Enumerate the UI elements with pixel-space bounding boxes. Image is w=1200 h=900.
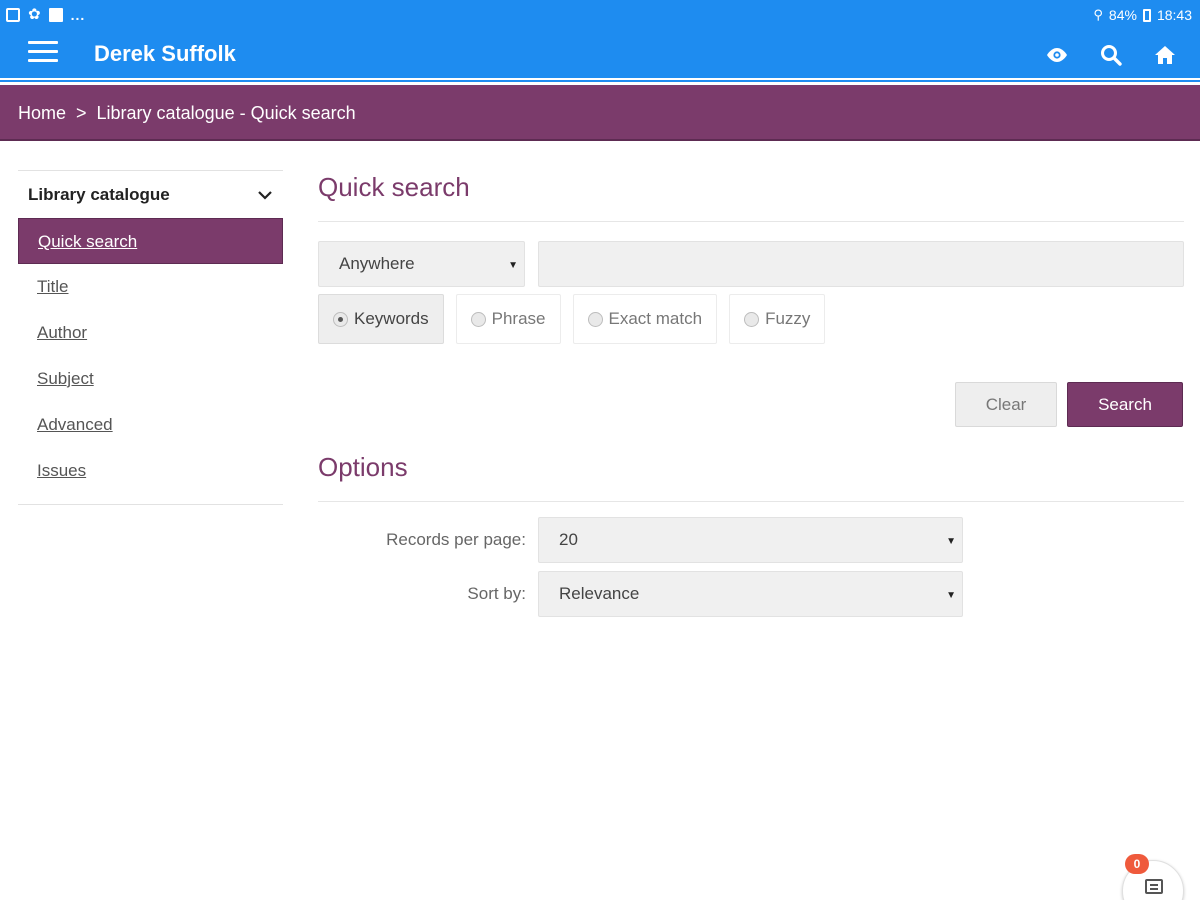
app-bar: Derek Suffolk [0,30,1200,76]
search-row: Anywhere ▼ [318,241,1184,287]
hamburger-icon [28,41,58,44]
caret-down-icon: ▼ [946,536,956,547]
sidebar-heading-label: Library catalogue [28,184,170,204]
sidebar: Library catalogue Quick search Title Aut… [18,170,283,505]
search-input[interactable] [538,241,1184,287]
sidebar-item-advanced[interactable]: Advanced [18,402,283,448]
app-title: Derek Suffolk [94,41,236,66]
sidebar-item-quick-search[interactable]: Quick search [18,218,283,264]
sidebar-item-title[interactable]: Title [18,264,283,310]
chat-icon [1145,879,1163,894]
breadcrumb-bar: Home > Library catalogue - Quick search [0,85,1200,141]
radio-label: Keywords [354,309,429,328]
battery-level: 84% [1108,7,1137,23]
notification-badge: 0 [1125,854,1149,874]
sort-by-value: Relevance [559,584,640,603]
search-button[interactable] [1098,42,1124,68]
search-field-select[interactable]: Anywhere ▼ [318,241,525,287]
sidebar-item-author[interactable]: Author [18,310,283,356]
radio-icon [587,311,603,327]
search-button[interactable]: Search [1067,382,1183,427]
status-bar: ✿ ... ⚲ 84% 18:43 [0,0,1200,30]
app-icon: ✿ [28,6,41,23]
eye-button[interactable] [1044,42,1070,68]
clear-button[interactable]: Clear [955,382,1057,427]
home-icon [1155,46,1175,64]
notification-icon [6,8,20,22]
more-notifications: ... [70,7,86,23]
breadcrumb-home[interactable]: Home [18,103,66,124]
appbar-divider [0,76,1200,85]
eye-icon [1047,48,1067,62]
sidebar-heading[interactable]: Library catalogue [18,171,283,218]
caret-down-icon: ▼ [508,260,518,271]
search-icon [1101,45,1122,66]
breadcrumb: Home > Library catalogue - Quick search [18,103,356,124]
flipboard-icon [48,8,63,22]
radio-phrase[interactable]: Phrase [455,294,561,344]
home-button[interactable] [1152,42,1178,68]
menu-button[interactable] [28,41,58,65]
radio-fuzzy[interactable]: Fuzzy [729,294,826,344]
radio-label: Phrase [491,309,546,328]
battery-icon [1142,8,1151,22]
breadcrumb-separator: > [76,103,87,123]
radio-exact-match[interactable]: Exact match [572,294,718,344]
chevron-down-icon [258,190,272,200]
clock: 18:43 [1156,7,1192,23]
radio-label: Exact match [608,309,703,328]
sort-by-select[interactable]: Relevance ▼ [538,571,963,617]
search-field-value: Anywhere [339,254,415,273]
records-per-page-select[interactable]: 20 ▼ [538,517,963,563]
main-content: Quick search Anywhere ▼ Keywords Phrase … [318,170,1184,617]
sort-by-label: Sort by: [467,584,526,603]
radio-selected-icon [333,311,348,327]
records-per-page-value: 20 [559,530,578,549]
options-title: Options [318,450,1184,502]
wifi-icon: ⚲ [1093,7,1103,22]
sidebar-item-issues[interactable]: Issues [18,448,283,494]
radio-icon [470,311,486,327]
radio-keywords[interactable]: Keywords [318,294,444,344]
radio-label: Fuzzy [765,309,811,328]
records-per-page-label: Records per page: [386,530,526,549]
radio-icon [744,311,760,327]
page-title: Quick search [318,170,1184,222]
breadcrumb-current[interactable]: Library catalogue - Quick search [97,103,356,124]
match-type-group: Keywords Phrase Exact match Fuzzy [318,294,826,344]
sidebar-item-subject[interactable]: Subject [18,356,283,402]
caret-down-icon: ▼ [946,590,956,601]
